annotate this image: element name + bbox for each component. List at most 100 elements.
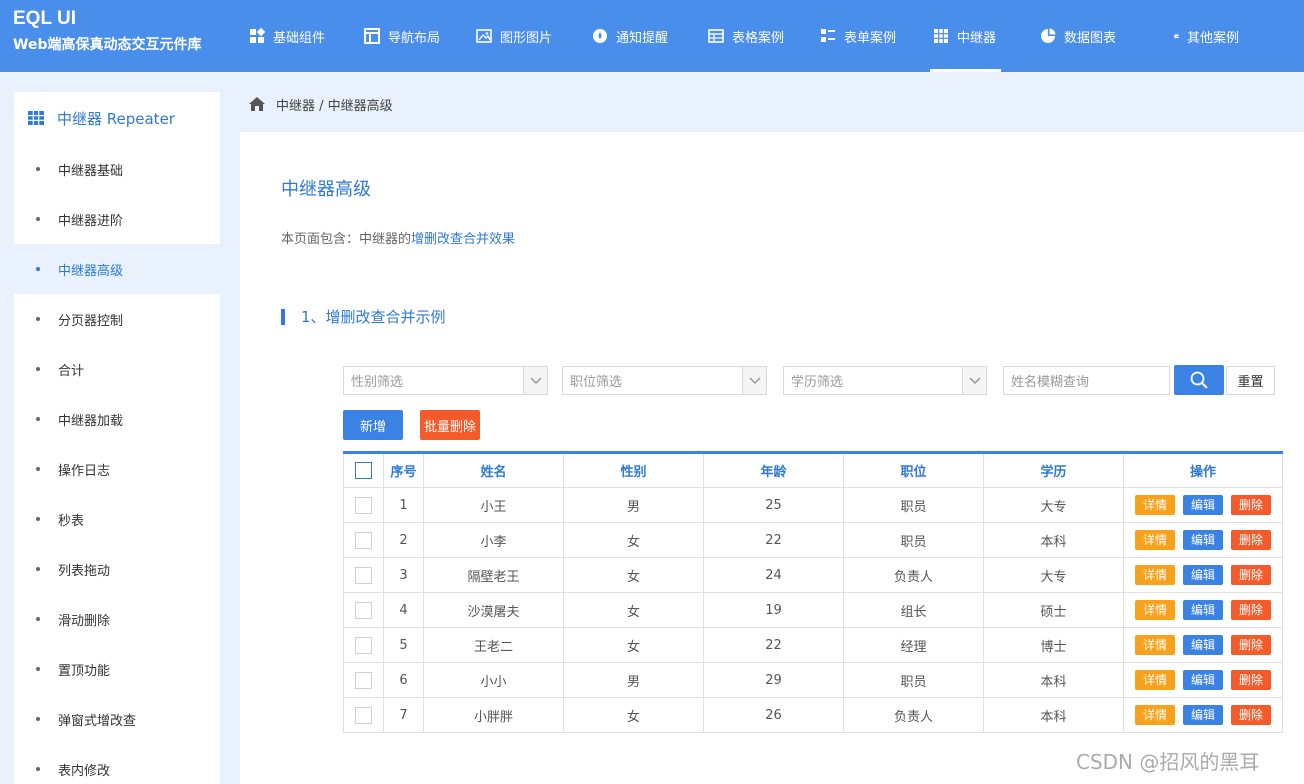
gender-filter-select[interactable]: 性别筛选 bbox=[343, 366, 548, 395]
nav-item-notifications[interactable]: 通知提醒 bbox=[582, 0, 699, 72]
detail-button[interactable]: 详情 bbox=[1135, 670, 1175, 690]
row-checkbox[interactable] bbox=[355, 601, 372, 619]
detail-button[interactable]: 详情 bbox=[1135, 600, 1175, 620]
sidebar-item[interactable]: 秒表 bbox=[14, 494, 220, 544]
delete-button[interactable]: 删除 bbox=[1231, 495, 1271, 515]
sidebar-item[interactable]: 置顶功能 bbox=[14, 644, 220, 694]
table-header-row: 序号 姓名 性别 年龄 职位 学历 操作 bbox=[343, 452, 1283, 488]
chevron-down-icon[interactable] bbox=[523, 367, 547, 394]
add-button[interactable]: 新增 bbox=[343, 410, 403, 440]
reset-button[interactable]: 重置 bbox=[1226, 366, 1275, 395]
sidebar-item[interactable]: 分页器控制 bbox=[14, 294, 220, 344]
sidebar-item[interactable]: 中继器进阶 bbox=[14, 194, 220, 244]
delete-button[interactable]: 删除 bbox=[1231, 600, 1271, 620]
sidebar-item[interactable]: 中继器加载 bbox=[14, 394, 220, 444]
cell-position: 职员 bbox=[843, 522, 984, 558]
sidebar-item-label: 秒表 bbox=[58, 513, 85, 529]
nav-item-other[interactable]: 其他案例 bbox=[1129, 0, 1239, 72]
sidebar-item[interactable]: 表内修改 bbox=[14, 744, 220, 784]
row-checkbox[interactable] bbox=[355, 706, 372, 724]
nav-label: 导航布局 bbox=[388, 30, 441, 46]
brand-subtitle: Web端高保真动态交互元件库 bbox=[13, 37, 202, 53]
select-all-checkbox[interactable] bbox=[355, 462, 372, 479]
sidebar-item[interactable]: 操作日志 bbox=[14, 444, 220, 494]
grid-icon bbox=[28, 111, 44, 125]
edit-button[interactable]: 编辑 bbox=[1183, 600, 1223, 620]
nav-label: 表单案例 bbox=[844, 30, 897, 46]
nav-label: 数据图表 bbox=[1064, 30, 1117, 46]
sidebar-item[interactable]: 中继器基础 bbox=[14, 144, 220, 194]
cell-education: 大专 bbox=[983, 557, 1124, 593]
page-description: 本页面包含：中继器的增删改查合并效果 bbox=[281, 228, 515, 247]
delete-button[interactable]: 删除 bbox=[1231, 565, 1271, 585]
breadcrumb-text[interactable]: 中继器 / 中继器高级 bbox=[276, 95, 393, 114]
sidebar-item[interactable]: 滑动删除 bbox=[14, 594, 220, 644]
page-title: 中继器高级 bbox=[281, 179, 371, 200]
edit-button[interactable]: 编辑 bbox=[1183, 530, 1223, 550]
wallet-icon bbox=[1174, 33, 1179, 39]
sidebar-item[interactable]: 弹窗式增改查 bbox=[14, 694, 220, 744]
watermark: CSDN @招风的黑耳 bbox=[1076, 750, 1260, 774]
pie-chart-icon bbox=[1041, 28, 1056, 43]
nav-item-form-cases[interactable]: 表单案例 bbox=[811, 0, 930, 72]
cell-position: 组长 bbox=[843, 592, 984, 628]
checkbox-cell bbox=[343, 522, 384, 558]
delete-button[interactable]: 删除 bbox=[1231, 530, 1271, 550]
nav-item-table-cases[interactable]: 表格案例 bbox=[699, 0, 811, 72]
sidebar-item-active[interactable]: 中继器高级 bbox=[14, 244, 220, 294]
edit-button[interactable]: 编辑 bbox=[1183, 705, 1223, 725]
checkbox-cell bbox=[343, 592, 384, 628]
cell-education: 硕士 bbox=[983, 592, 1124, 628]
home-icon[interactable] bbox=[248, 96, 266, 112]
detail-button[interactable]: 详情 bbox=[1135, 565, 1175, 585]
cell-gender: 女 bbox=[563, 557, 704, 593]
sidebar-item[interactable]: 列表拖动 bbox=[14, 544, 220, 594]
row-checkbox[interactable] bbox=[355, 671, 372, 689]
cell-index: 5 bbox=[383, 627, 424, 663]
cell-index: 2 bbox=[383, 522, 424, 558]
detail-button[interactable]: 详情 bbox=[1135, 705, 1175, 725]
nav-item-components[interactable]: 基础组件 bbox=[236, 0, 353, 72]
nav-item-layout[interactable]: 导航布局 bbox=[353, 0, 467, 72]
bullet-icon bbox=[36, 667, 40, 671]
sidebar-item-label: 弹窗式增改查 bbox=[58, 713, 137, 729]
cell-gender: 女 bbox=[563, 627, 704, 663]
edit-button[interactable]: 编辑 bbox=[1183, 565, 1223, 585]
nav-item-repeater[interactable]: 中继器 bbox=[930, 0, 1001, 72]
bullet-icon bbox=[36, 217, 40, 221]
batch-delete-button[interactable]: 批量删除 bbox=[420, 410, 480, 440]
row-checkbox[interactable] bbox=[355, 496, 372, 514]
nav-item-charts[interactable]: 数据图表 bbox=[1001, 0, 1129, 72]
chevron-down-icon[interactable] bbox=[962, 367, 986, 394]
row-checkbox[interactable] bbox=[355, 636, 372, 654]
nav-label: 通知提醒 bbox=[616, 30, 669, 46]
cell-name: 小李 bbox=[423, 522, 564, 558]
edit-button[interactable]: 编辑 bbox=[1183, 635, 1223, 655]
search-button[interactable] bbox=[1174, 365, 1224, 395]
nav-item-images[interactable]: 图形图片 bbox=[467, 0, 582, 72]
sidebar-item[interactable]: 合计 bbox=[14, 344, 220, 394]
detail-button[interactable]: 详情 bbox=[1135, 635, 1175, 655]
row-checkbox[interactable] bbox=[355, 531, 372, 549]
edit-button[interactable]: 编辑 bbox=[1183, 670, 1223, 690]
education-filter-select[interactable]: 学历筛选 bbox=[783, 366, 987, 395]
cell-name: 小胖胖 bbox=[423, 697, 564, 733]
cell-age: 25 bbox=[703, 487, 844, 523]
sidebar: 中继器 Repeater 中继器基础 中继器进阶 中继器高级 分页器控制 合计 … bbox=[14, 92, 220, 784]
notification-icon bbox=[593, 29, 607, 43]
detail-button[interactable]: 详情 bbox=[1135, 530, 1175, 550]
delete-button[interactable]: 删除 bbox=[1231, 705, 1271, 725]
name-search-input[interactable]: 姓名模糊查询 bbox=[1003, 366, 1170, 395]
cell-actions: 详情 编辑 删除 bbox=[1123, 627, 1283, 663]
data-table: 序号 姓名 性别 年龄 职位 学历 操作 1 小王 男 25 职员 大专 详情编… bbox=[343, 451, 1283, 733]
position-filter-select[interactable]: 职位筛选 bbox=[562, 366, 767, 395]
delete-button[interactable]: 删除 bbox=[1231, 670, 1271, 690]
chevron-down-icon[interactable] bbox=[742, 367, 766, 394]
column-header: 姓名 bbox=[423, 452, 564, 488]
delete-button[interactable]: 删除 bbox=[1231, 635, 1271, 655]
row-checkbox[interactable] bbox=[355, 566, 372, 584]
edit-button[interactable]: 编辑 bbox=[1183, 495, 1223, 515]
brand: EQL UI Web端高保真动态交互元件库 bbox=[13, 8, 201, 54]
detail-button[interactable]: 详情 bbox=[1135, 495, 1175, 515]
cell-age: 22 bbox=[703, 627, 844, 663]
